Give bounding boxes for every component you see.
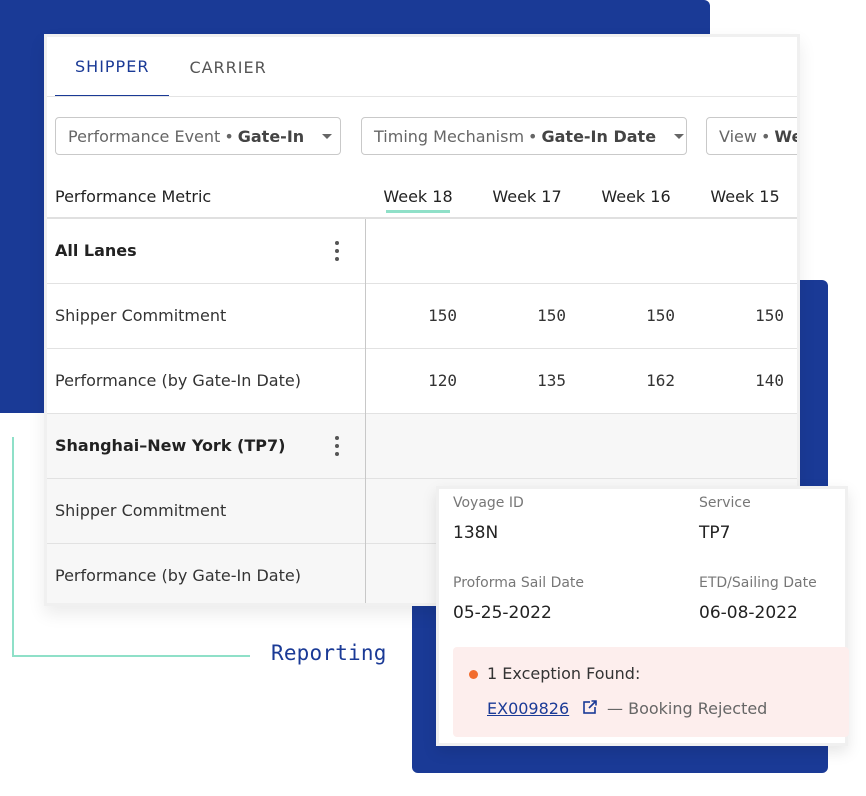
voyage-id-value: 138N xyxy=(453,523,499,543)
filter-value: Gate-In xyxy=(237,126,305,146)
group-title: All Lanes xyxy=(55,241,137,260)
view-dropdown[interactable]: View • We xyxy=(706,117,800,155)
etd-date-label: ETD/Sailing Date xyxy=(699,575,817,591)
group-row-shanghai-new-york: Shanghai–New York (TP7) xyxy=(47,414,797,479)
table-cell: 120 xyxy=(428,371,457,390)
exception-title: 1 Exception Found: xyxy=(487,664,641,683)
filter-name: View xyxy=(719,126,757,146)
voyage-id-label: Voyage ID xyxy=(453,495,524,511)
tab-divider xyxy=(47,96,797,97)
exception-id-link[interactable]: EX009826 xyxy=(487,699,569,718)
filter-separator: • xyxy=(224,126,234,146)
column-header-week[interactable]: Week 15 xyxy=(705,187,785,206)
kebab-menu-icon[interactable] xyxy=(333,241,341,261)
row-label: Performance (by Gate-In Date) xyxy=(55,371,301,390)
column-header-metric: Performance Metric xyxy=(55,187,212,206)
status-dot-icon xyxy=(469,670,478,679)
table-row: Shipper Commitment 150 150 150 150 xyxy=(47,284,797,349)
external-link-icon[interactable] xyxy=(583,700,597,714)
column-header-week[interactable]: Week 16 xyxy=(596,187,676,206)
table-cell: 150 xyxy=(755,306,784,325)
table-header: Performance Metric Week 18 Week 17 Week … xyxy=(47,177,797,219)
service-label: Service xyxy=(699,495,751,511)
table-row: Performance (by Gate-In Date) 120 135 16… xyxy=(47,349,797,414)
voyage-details-card: Voyage ID 138N Service TP7 Proforma Sail… xyxy=(436,486,849,746)
tab-bar: SHIPPER CARRIER xyxy=(55,37,287,97)
exception-description: — Booking Rejected xyxy=(607,699,768,718)
service-value: TP7 xyxy=(699,523,731,543)
row-label: Shipper Commitment xyxy=(55,501,227,520)
filter-value: Gate-In Date xyxy=(541,126,657,146)
performance-event-dropdown[interactable]: Performance Event • Gate-In xyxy=(55,117,341,155)
filter-name: Performance Event xyxy=(68,126,221,146)
filter-separator: • xyxy=(528,126,538,146)
table-cell: 150 xyxy=(537,306,566,325)
caption-reporting: Reporting xyxy=(271,641,387,665)
etd-date-value: 06-08-2022 xyxy=(699,603,798,623)
kebab-menu-icon[interactable] xyxy=(333,436,341,456)
column-header-week[interactable]: Week 17 xyxy=(487,187,567,206)
table-cell: 162 xyxy=(646,371,675,390)
table-cell: 150 xyxy=(646,306,675,325)
caret-down-icon xyxy=(674,133,685,139)
tab-shipper[interactable]: SHIPPER xyxy=(55,37,170,97)
table-cell: 140 xyxy=(755,371,784,390)
proforma-date-value: 05-25-2022 xyxy=(453,603,552,623)
table-cell: 135 xyxy=(537,371,566,390)
exception-alert: 1 Exception Found: EX009826 — Booking Re… xyxy=(453,647,849,737)
column-header-week[interactable]: Week 18 xyxy=(378,187,458,213)
proforma-date-label: Proforma Sail Date xyxy=(453,575,585,591)
tab-carrier[interactable]: CARRIER xyxy=(169,37,286,97)
group-title: Shanghai–New York (TP7) xyxy=(55,436,286,455)
row-label: Shipper Commitment xyxy=(55,306,227,325)
caret-down-icon xyxy=(322,133,333,139)
timing-mechanism-dropdown[interactable]: Timing Mechanism • Gate-In Date xyxy=(361,117,687,155)
column-divider xyxy=(365,219,366,603)
filter-separator: • xyxy=(760,126,771,146)
filter-name: Timing Mechanism xyxy=(374,126,525,146)
row-label: Performance (by Gate-In Date) xyxy=(55,566,301,585)
group-row-all-lanes: All Lanes xyxy=(47,219,797,284)
filter-value: We xyxy=(774,126,800,146)
table-cell: 150 xyxy=(428,306,457,325)
